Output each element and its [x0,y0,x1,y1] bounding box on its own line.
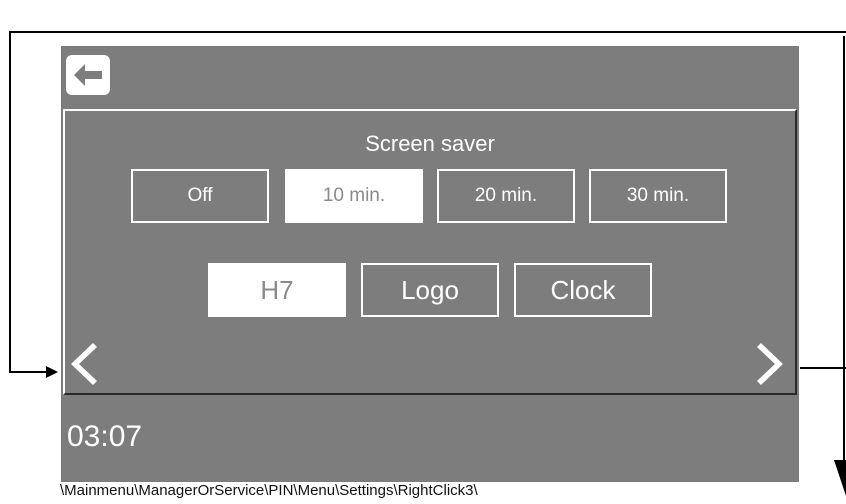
mode-clock-button[interactable]: Clock [514,263,652,317]
next-page-button[interactable] [757,343,787,390]
back-button[interactable] [66,55,110,95]
mode-h7-button[interactable]: H7 [208,263,346,317]
previous-page-button[interactable] [67,343,97,390]
chevron-left-icon [71,343,97,385]
panel-title: Screen saver [365,131,495,156]
option-20-min-button[interactable]: 20 min. [437,169,575,223]
option-off-button[interactable]: Off [131,169,269,223]
status-clock: 03:07 [67,420,143,453]
top-bar [61,46,799,108]
flow-arrow-left-head [46,366,58,378]
flow-arrow-down-head [834,460,846,496]
mode-logo-button[interactable]: Logo [361,263,499,317]
device-screen: Screen saver Off 10 min. 20 min. 30 min.… [61,46,799,482]
option-30-min-button[interactable]: 30 min. [589,169,727,223]
screen-saver-panel: Screen saver Off 10 min. 20 min. 30 min.… [63,109,797,395]
chevron-right-icon [757,343,783,385]
option-10-min-button[interactable]: 10 min. [285,169,423,223]
arrow-left-icon [74,64,102,86]
menu-path-caption: \Mainmenu\ManagerOrService\PIN\Menu\Sett… [60,482,478,499]
